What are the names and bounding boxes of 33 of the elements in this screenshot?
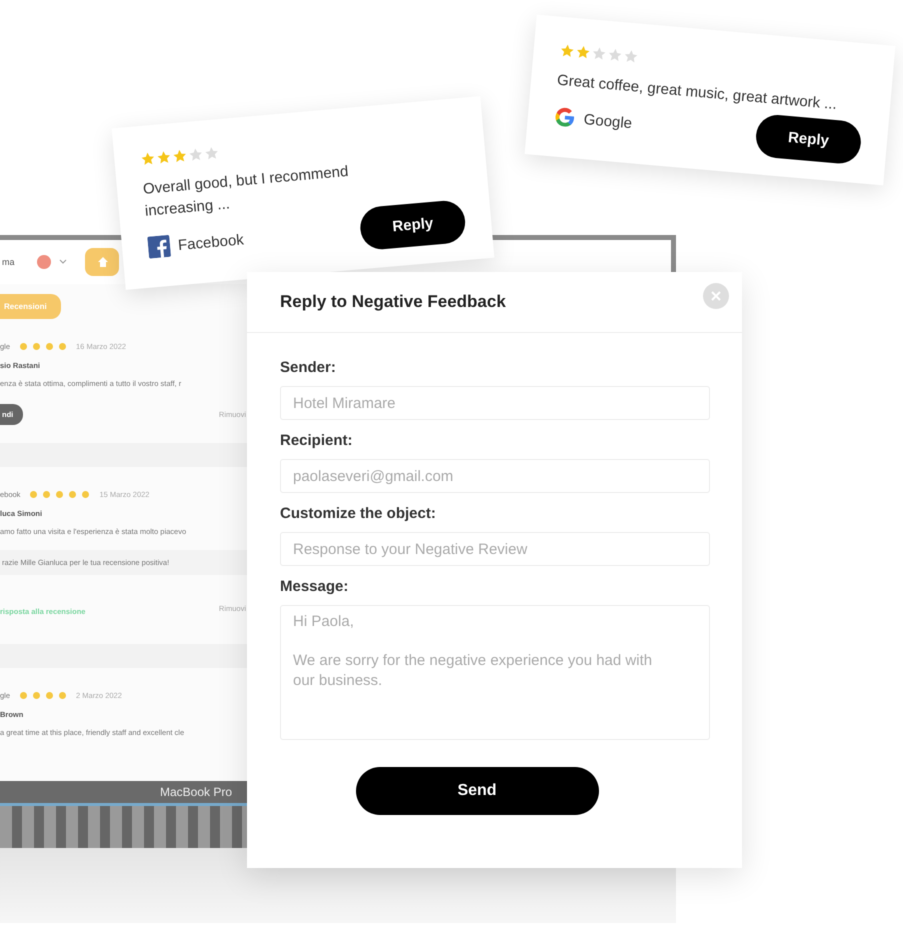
avatar-icon[interactable] xyxy=(36,255,51,269)
star-icon xyxy=(590,46,608,62)
laptop-model-label: MacBook Pro xyxy=(160,785,232,799)
field-label: Message: xyxy=(280,578,350,595)
star-icon xyxy=(559,42,576,59)
input-field[interactable]: Response to your Negative Review xyxy=(280,532,710,566)
star-icon xyxy=(140,150,156,167)
platform-name: Facebook xyxy=(177,230,244,254)
field-label: Recipient: xyxy=(280,432,354,449)
facebook-logo-icon xyxy=(147,234,172,259)
message-field[interactable]: Hi Paola, We are sorry for the negative experience you had with our business. xyxy=(280,605,710,740)
caret-icon[interactable] xyxy=(58,259,67,265)
input-field[interactable]: paolaseveri@gmail.com xyxy=(280,459,710,493)
reply-button[interactable]: Reply xyxy=(754,113,863,165)
star-icon xyxy=(606,46,624,64)
dialog-title: Reply to Negative Feedback xyxy=(280,292,506,312)
field-label: Sender: xyxy=(280,359,337,376)
send-button[interactable]: Send xyxy=(356,767,598,815)
star-icon xyxy=(172,148,188,164)
input-field[interactable]: Hotel Miramare xyxy=(280,386,710,420)
home-button[interactable] xyxy=(84,248,119,276)
field-label: Customize the object: xyxy=(280,505,437,522)
star-icon xyxy=(622,48,640,65)
account-label: ma xyxy=(2,257,15,267)
star-icon xyxy=(156,149,172,166)
star-icon xyxy=(188,146,204,163)
reviews-tab[interactable]: Recensioni xyxy=(0,294,61,319)
home-icon xyxy=(96,256,109,268)
close-icon[interactable] xyxy=(703,283,729,309)
star-icon xyxy=(575,44,592,60)
review-text: Overall good, but I recommend increasing ... xyxy=(142,162,350,222)
reply-button[interactable]: Reply xyxy=(358,198,467,251)
star-icon xyxy=(204,145,220,162)
